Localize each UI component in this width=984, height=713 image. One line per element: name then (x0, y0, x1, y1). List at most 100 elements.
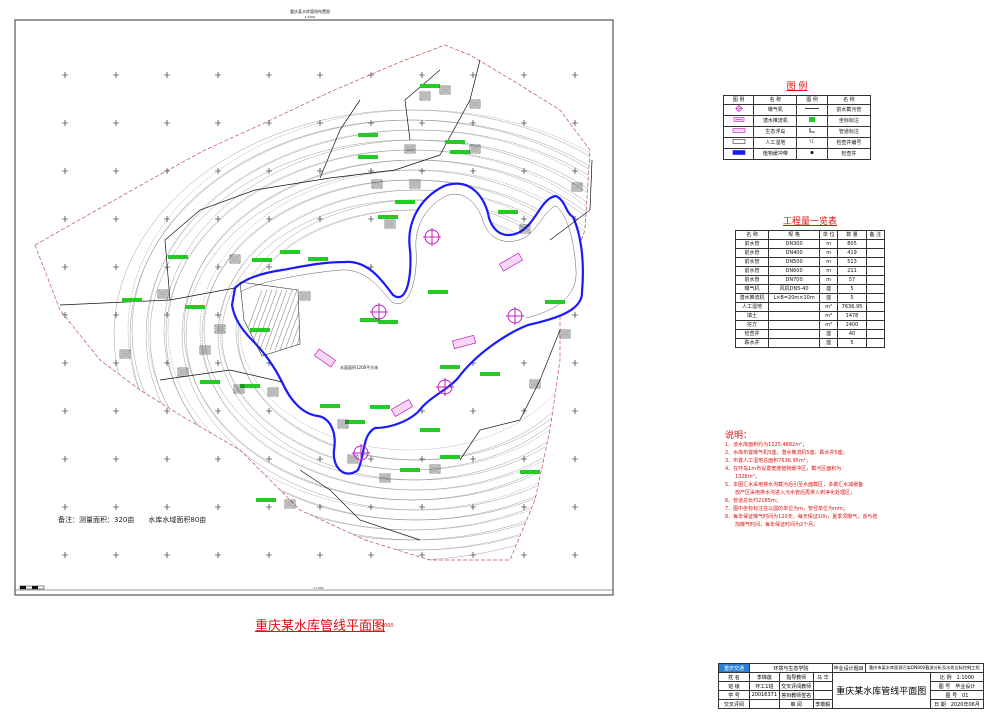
elevation-label (445, 140, 465, 144)
grid-cross (113, 216, 119, 222)
quantity-cell: 5 (837, 293, 867, 303)
legend-name: 前水截污管 (826, 104, 872, 116)
note-item: 3、布置人工湿地总面积7636.95m²； (725, 458, 811, 464)
grid-cross (317, 72, 323, 78)
legend-name: 检查井编号 (826, 137, 872, 149)
grid-cross (164, 72, 170, 78)
tb-meta: 图 号 01 (929, 690, 984, 700)
elevation-label (420, 84, 440, 88)
grid-cross (113, 72, 119, 78)
grid-cross (470, 408, 476, 414)
quantity-cell: 7636.95 (837, 302, 867, 312)
quantity-row: 曝气机 风机DN5-40 座 5 (734, 284, 886, 294)
grid-cross (470, 168, 476, 174)
note-item: 8、每年保证曝气时间为120天，每天保证10h，夏季须曝气，该与增 (725, 514, 878, 520)
grid-cross (572, 168, 578, 174)
grid-cross (113, 312, 119, 318)
grid-cross (215, 456, 221, 462)
legend-title: 图 例 (786, 82, 808, 92)
quantity-row: 人工湿地 m² 7636.95 (734, 302, 886, 312)
quantity-cell: 潜水推流机 (734, 293, 770, 303)
quantity-row: 前水管 DN300 m 805 (734, 239, 886, 249)
grid-cross (521, 408, 527, 414)
legend-panel: 图 例 图 例 名 称 图 例 名 称 曝气机 前水截污管 潜水推流机 坐标标注 生态浮… (722, 79, 872, 160)
elevation-label (440, 365, 460, 369)
meta-label: 图 号 (938, 683, 951, 690)
quantity-cell: 填土 (734, 311, 770, 321)
grid-cross (521, 216, 527, 222)
legend-row: 潜水推流机 坐标标注 (722, 115, 872, 127)
tb-value (749, 699, 780, 709)
quantity-cell (865, 239, 886, 249)
quantity-cell: DN700 (768, 275, 821, 285)
manhole-number-icon: Y1 (796, 137, 828, 149)
aerator-icon (722, 104, 755, 116)
pipe-line-icon (796, 104, 828, 116)
elevation-label (252, 258, 272, 262)
grid-cross (266, 504, 272, 510)
quantity-cell: 57 (837, 275, 867, 285)
grid-cross (470, 72, 476, 78)
quantities-title: 工程量一览表 (782, 217, 837, 227)
grid-cross (62, 72, 68, 78)
quantity-cell: 805 (837, 239, 867, 249)
grid-cross (470, 456, 476, 462)
grid-cross (266, 264, 272, 270)
tb-value: 环工1班 (749, 681, 780, 691)
grid-cross (266, 552, 272, 558)
note-item: 7、图中坐标标注在以圆的单位为m，管径单位为mm； (725, 506, 848, 512)
grid-cross (521, 504, 527, 510)
floating-island-icon (722, 126, 755, 138)
main-title: 重庆某水库管线平面图 (255, 619, 386, 634)
elevation-label (498, 210, 518, 214)
grid-cross (62, 456, 68, 462)
grid-cross (572, 120, 578, 126)
elevation-label (308, 257, 328, 261)
quantity-cell: 5 (837, 284, 867, 294)
quantity-row: 前水管 DN400 m 419 (734, 248, 886, 258)
tb-label: 交叉评阅 (718, 699, 750, 709)
quantity-row: 潜水推流机 L×B=20m×10m 座 5 (734, 293, 886, 303)
caption-scale: 1:1000 (304, 15, 316, 19)
note-item: 1326m²； (725, 474, 760, 480)
legend-header: 图 例 (796, 95, 828, 105)
quantity-row: 检查井 座 40 (734, 329, 886, 339)
tb-value: 马 华 (812, 672, 833, 682)
note-item: 4、在环岛1m布设置宽度植物缓冲区，截污区面积为 (725, 466, 842, 472)
school-name: 环境与生态学院 (749, 663, 833, 673)
quantity-cell (865, 320, 886, 330)
quantity-cell: m (819, 257, 839, 267)
grid-cross (62, 120, 68, 126)
grid-cross (215, 120, 221, 126)
tb-value: 李敬毅 (812, 699, 833, 709)
note-item: 6、管道总长约2185m； (725, 498, 781, 504)
quantity-cell: m² (819, 302, 839, 312)
elevation-label (358, 155, 378, 159)
tb-label: 指导教师 (778, 672, 814, 682)
quantity-cell: 座 (819, 293, 839, 303)
elevation-label (480, 372, 500, 376)
quantity-cell: DN400 (768, 248, 821, 258)
tb-label: 学 号 (718, 690, 750, 700)
quantity-cell: L×B=20m×10m (768, 293, 821, 303)
main-title-scale: 1:1000 (376, 623, 394, 629)
elevation-label (168, 255, 188, 259)
qty-header: 备 注 (865, 230, 886, 240)
notes-title: 说明： (725, 431, 753, 441)
note-item: 1、该水库面积约为1125.4682m²； (725, 442, 808, 448)
quantity-cell: DN500 (768, 257, 821, 267)
quantity-cell: 前水管 (734, 257, 770, 267)
elevation-label (378, 215, 398, 219)
meta-value: 1:1000 (956, 674, 975, 681)
quantity-cell: 513 (837, 257, 867, 267)
quantity-cell: m (819, 248, 839, 258)
quantity-cell: 2400 (837, 320, 867, 330)
quantity-cell: 5 (837, 338, 867, 348)
drawing-name: 重庆某水库管线平面图 (831, 672, 931, 709)
quantity-row: 填土 m³ 1478 (734, 311, 886, 321)
grid-cross (521, 168, 527, 174)
quantity-cell: m (819, 239, 839, 249)
grid-cross (419, 504, 425, 510)
grid-cross (266, 408, 272, 414)
quantity-cell: 211 (837, 266, 867, 276)
